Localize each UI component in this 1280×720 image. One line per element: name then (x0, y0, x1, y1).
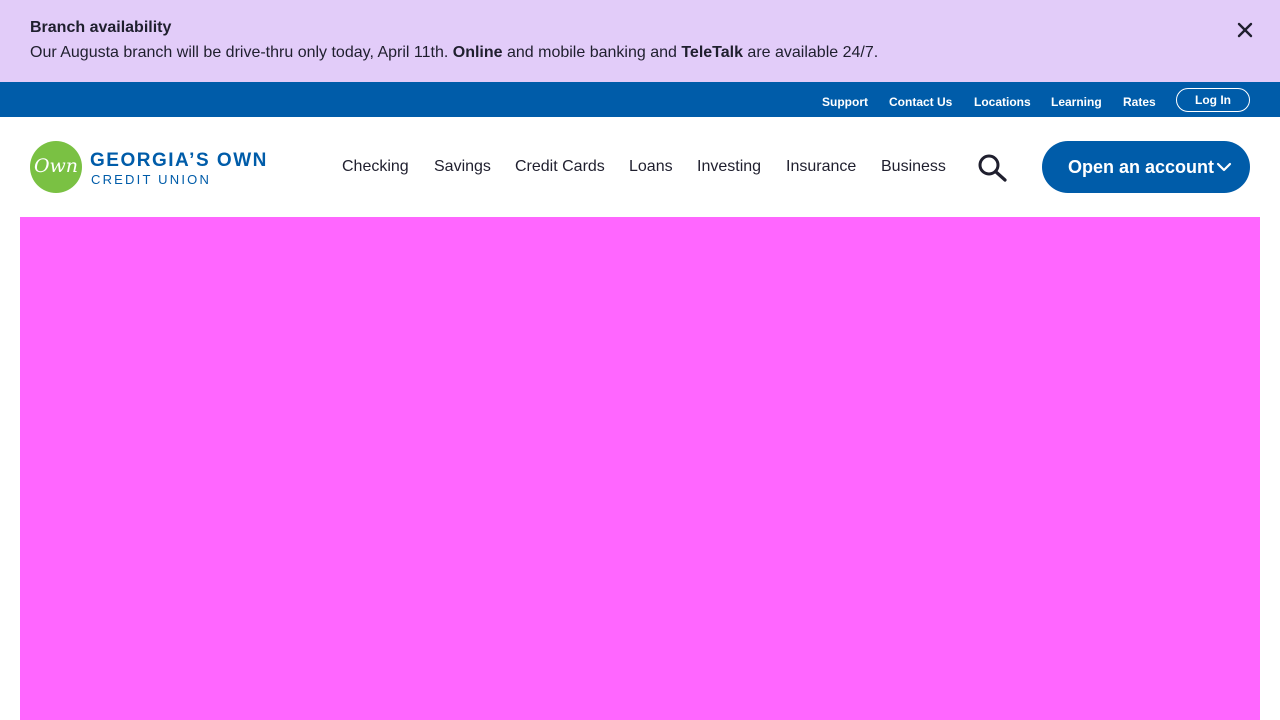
utility-link-support[interactable]: Support (822, 95, 868, 109)
alert-message-text: are available 24/7. (742, 44, 879, 61)
nav-item-investing[interactable]: Investing (697, 158, 761, 176)
log-in-button[interactable]: Log In (1176, 88, 1250, 112)
logo-mark-text: Own (33, 155, 79, 177)
brand-logo[interactable]: Own GEORGIA’S OWN CREDIT UNION (30, 141, 280, 193)
nav-item-loans[interactable]: Loans (629, 158, 673, 176)
main-header: Own GEORGIA’S OWN CREDIT UNION Checking … (0, 117, 1280, 217)
utility-link-rates[interactable]: Rates (1123, 95, 1156, 109)
utility-link-locations[interactable]: Locations (974, 95, 1031, 109)
alert-online-link[interactable]: Online (453, 44, 503, 61)
nav-item-business[interactable]: Business (881, 158, 946, 176)
utility-link-learning[interactable]: Learning (1051, 95, 1102, 109)
alert-message-text: and mobile banking and (502, 44, 682, 61)
nav-item-savings[interactable]: Savings (434, 158, 491, 176)
nav-item-credit-cards[interactable]: Credit Cards (515, 158, 605, 176)
alert-message: Our Augusta branch will be drive-thru on… (30, 44, 878, 62)
alert-banner: Branch availability Our Augusta branch w… (0, 0, 1280, 82)
open-account-button[interactable]: Open an account (1042, 141, 1250, 193)
brand-subname: CREDIT UNION (91, 172, 212, 187)
alert-message-text: Our Augusta branch will be drive-thru on… (30, 44, 453, 61)
alert-teletalk-link[interactable]: TeleTalk (681, 44, 743, 61)
open-account-label: Open an account (1068, 157, 1215, 177)
chevron-down-icon (1216, 159, 1232, 175)
hero-placeholder (20, 217, 1260, 720)
nav-item-checking[interactable]: Checking (342, 158, 409, 176)
utility-bar: Support Contact Us Locations Learning Ra… (0, 82, 1280, 117)
nav-item-insurance[interactable]: Insurance (786, 158, 856, 176)
utility-link-contact-us[interactable]: Contact Us (889, 95, 952, 109)
close-icon[interactable] (1232, 17, 1258, 43)
alert-title: Branch availability (30, 19, 172, 36)
search-icon[interactable] (976, 154, 1008, 182)
brand-name: GEORGIA’S OWN (90, 150, 268, 171)
